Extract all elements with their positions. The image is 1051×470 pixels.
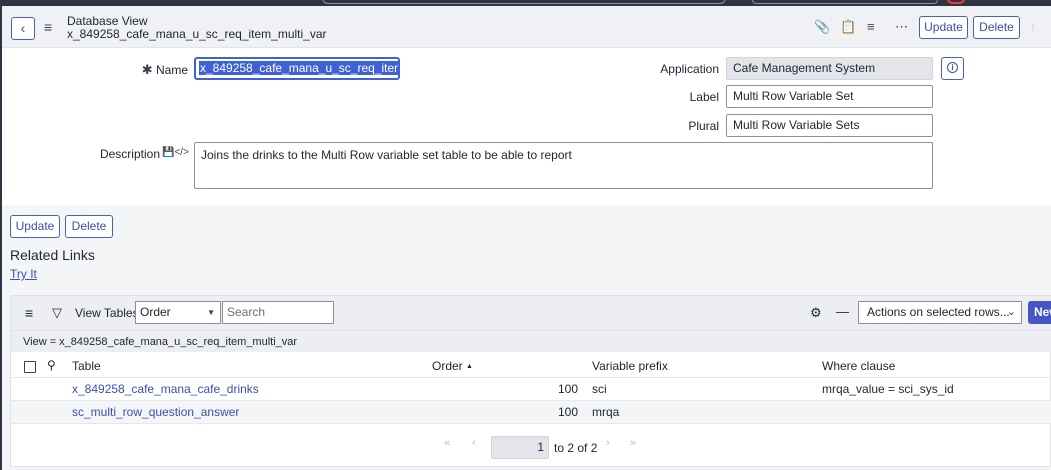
filter-icon[interactable]: ▽	[52, 305, 62, 321]
name-label: ✱ Name	[120, 62, 188, 78]
paperclip-icon[interactable]: 📎	[814, 19, 830, 35]
name-label-text: Name	[155, 63, 188, 77]
row-variable-prefix: sci	[592, 382, 607, 396]
search-input[interactable]: Search	[222, 301, 334, 324]
row-divider	[11, 423, 1051, 424]
previous-page-icon[interactable]: ‹	[472, 437, 476, 449]
chevron-left-icon: ‹	[20, 20, 26, 36]
more-options-icon[interactable]: ⋯	[895, 19, 908, 35]
plural-label: Plural	[688, 119, 719, 133]
back-button[interactable]: ‹	[11, 17, 35, 40]
clipboard-icon[interactable]: 📋	[840, 19, 856, 35]
delete-button[interactable]: Delete	[973, 16, 1020, 39]
application-label: Application	[660, 62, 719, 76]
page-number-input[interactable]: 1	[491, 436, 549, 459]
description-icons: 💾</>	[162, 147, 189, 158]
actions-select[interactable]: Actions on selected rows... ⌄	[858, 301, 1022, 324]
related-links-title: Related Links	[10, 247, 95, 263]
page-range-text: to 2 of 2	[554, 441, 598, 455]
caret-down-icon: ▼	[207, 308, 215, 317]
column-header-order[interactable]: Order ▲	[432, 359, 473, 373]
row-order: 100	[557, 405, 578, 419]
plural-field[interactable]: Multi Row Variable Sets	[726, 114, 933, 137]
next-page-icon[interactable]: ›	[606, 437, 610, 449]
view-tables-list: ≡ ▽ View Tables Order ▼ Search ⚙ — Action…	[10, 295, 1051, 467]
required-asterisk-icon: ✱	[141, 62, 153, 77]
actions-select-value: Actions on selected rows...	[867, 305, 1010, 319]
select-all-checkbox[interactable]	[24, 361, 36, 373]
notification-indicator[interactable]	[946, 0, 966, 4]
column-header-variable-prefix[interactable]: Variable prefix	[592, 359, 668, 373]
floppy-disk-icon[interactable]: 💾	[162, 147, 174, 158]
toolbar-field[interactable]	[752, 0, 938, 4]
form-type-title: Database View	[67, 14, 148, 28]
try-it-link[interactable]: Try It	[10, 267, 37, 281]
column-search-icon[interactable]: ⚲	[47, 358, 56, 372]
sort-ascending-icon: ▲	[466, 363, 473, 370]
sliders-icon[interactable]: ≡	[867, 19, 875, 34]
gear-icon[interactable]: ⚙	[810, 305, 822, 321]
column-header-table[interactable]: Table	[72, 359, 101, 373]
list-menu-icon[interactable]: ≡	[25, 305, 33, 321]
label-field[interactable]: Multi Row Variable Set	[726, 85, 933, 108]
update-button[interactable]: Update	[919, 16, 968, 39]
hamburger-menu-icon[interactable]: ≡	[44, 19, 52, 35]
name-field[interactable]: x_849258_cafe_mana_u_sc_req_item_multi	[194, 57, 400, 80]
breadcrumb[interactable]: View = x_849258_cafe_mana_u_sc_req_item_…	[11, 330, 1051, 352]
application-field: Cafe Management System	[726, 57, 933, 80]
form-header: ‹ ≡ Database View x_849258_cafe_mana_u_s…	[2, 6, 1051, 48]
column-header-where-clause[interactable]: Where clause	[822, 359, 895, 373]
collapse-icon[interactable]: —	[836, 304, 849, 319]
list-toolbar: ≡ ▽ View Tables Order ▼ Search ⚙ — Action…	[11, 296, 1051, 330]
first-page-icon[interactable]: «	[444, 437, 450, 449]
name-field-value: x_849258_cafe_mana_u_sc_req_item_multi	[199, 61, 398, 75]
row-variable-prefix: mrqa	[592, 405, 620, 419]
search-field-select[interactable]: Order ▼	[135, 301, 221, 324]
new-button[interactable]: New	[1028, 301, 1051, 324]
table-row: sc_multi_row_question_answer 100 mrqa	[11, 400, 1051, 423]
last-page-icon[interactable]: »	[630, 437, 636, 449]
arrow-up-icon[interactable]: ↑	[1030, 20, 1036, 34]
info-icon: i	[947, 62, 958, 73]
row-order: 100	[557, 382, 578, 396]
list-title: View Tables	[75, 306, 139, 320]
row-table-link[interactable]: x_849258_cafe_mana_cafe_drinks	[72, 382, 259, 396]
description-label: Description	[99, 147, 160, 161]
chevron-down-icon: ⌄	[1006, 306, 1016, 318]
application-info-button[interactable]: i	[941, 57, 964, 80]
code-icon[interactable]: </>	[174, 147, 188, 158]
column-header-order-label: Order	[432, 359, 463, 373]
description-field[interactable]: Joins the drinks to the Multi Row variab…	[194, 142, 933, 189]
record-name-title: x_849258_cafe_mana_u_sc_req_item_multi_v…	[67, 27, 327, 41]
label-label: Label	[689, 90, 719, 104]
address-bar[interactable]	[322, 0, 726, 4]
search-field-select-value: Order	[140, 305, 171, 319]
update-button-bottom[interactable]: Update	[10, 215, 60, 238]
delete-button-bottom[interactable]: Delete	[65, 215, 113, 238]
row-where-clause: mrqa_value = sci_sys_id	[822, 382, 954, 396]
table-row: x_849258_cafe_mana_cafe_drinks 100 sci m…	[11, 377, 1051, 400]
row-table-link[interactable]: sc_multi_row_question_answer	[72, 405, 239, 419]
